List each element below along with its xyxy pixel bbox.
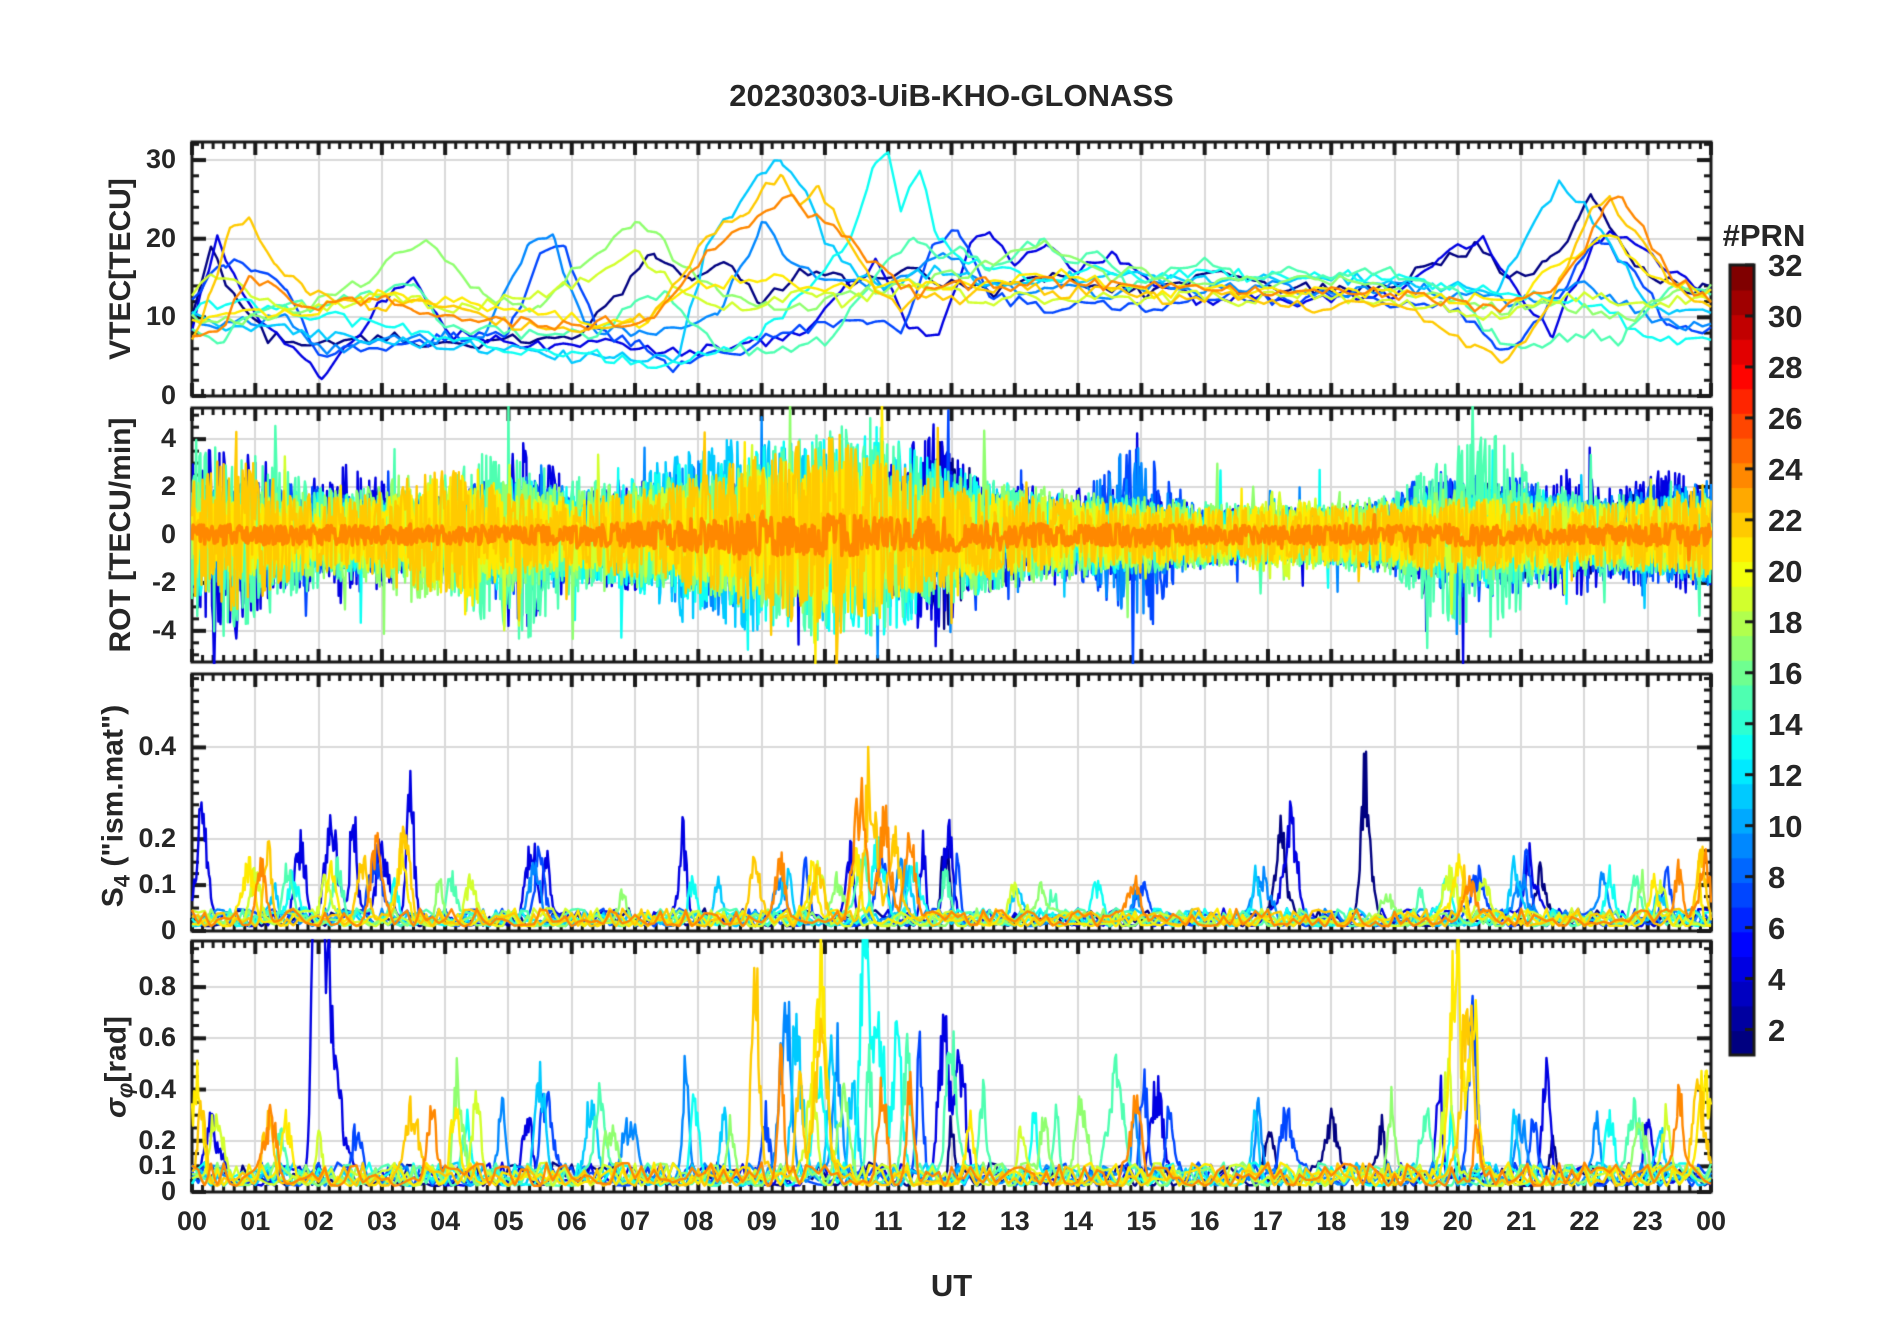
y-tick-label: 0.1 <box>138 1150 176 1181</box>
colorbar-tick-label: 12 <box>1768 757 1803 793</box>
plot-canvas <box>0 0 1902 1330</box>
colorbar-tick-label: 28 <box>1768 349 1803 385</box>
colorbar-tick-label: 4 <box>1768 961 1786 997</box>
y-tick-label: 0 <box>160 1176 176 1206</box>
page-title: 20230303-UiB-KHO-GLONASS <box>729 78 1174 113</box>
y-tick-label: 2 <box>160 471 176 502</box>
colorbar-tick-label: 14 <box>1768 706 1803 742</box>
y-tick-label: 0.2 <box>138 1124 176 1155</box>
y-tick-label: 0.1 <box>138 869 176 900</box>
colorbar-tick-label: 16 <box>1768 655 1803 691</box>
y-tick-label: 0.8 <box>138 971 176 1002</box>
y-tick-label: 0.4 <box>138 1073 176 1104</box>
figure: 20230303-UiB-KHO-GLONASS VTEC[TECU] ROT … <box>0 0 1902 1330</box>
y-tick-label: 10 <box>145 301 176 332</box>
y-tick-label: 0.2 <box>138 823 176 854</box>
y-tick-label: 0 <box>160 915 176 945</box>
colorbar-tick-label: 32 <box>1768 248 1803 283</box>
y-tick-label: -2 <box>151 566 176 597</box>
y-tick-label: 4 <box>160 423 176 454</box>
x-axis-label: UT <box>930 1268 973 1303</box>
y-tick-label: 30 <box>145 144 176 175</box>
y-tick-label: 0 <box>160 380 176 410</box>
y-axis-label-vtec: VTEC[TECU] <box>104 178 137 360</box>
colorbar-tick-label: 22 <box>1768 502 1803 538</box>
y-tick-label: 0.4 <box>138 731 176 762</box>
y-tick-label: 0.6 <box>138 1022 176 1053</box>
colorbar-tick-label: 10 <box>1768 808 1803 844</box>
y-tick-label: -4 <box>151 614 176 645</box>
colorbar-tick-label: 24 <box>1768 451 1803 487</box>
y-tick-label: 20 <box>145 222 176 253</box>
colorbar-tick-label: 30 <box>1768 298 1803 334</box>
colorbar-tick-label: 26 <box>1768 400 1803 436</box>
colorbar-tick-label: 6 <box>1768 910 1786 946</box>
colorbar-tick-label: 20 <box>1768 553 1803 589</box>
y-tick-label: 0 <box>160 519 176 549</box>
colorbar-tick-label: 8 <box>1768 859 1786 895</box>
colorbar-tick-label: 18 <box>1768 604 1803 640</box>
x-tick-label: 00 <box>1695 1206 1727 1236</box>
colorbar-title: #PRN <box>1722 218 1806 253</box>
colorbar-tick-label: 2 <box>1768 1012 1786 1048</box>
